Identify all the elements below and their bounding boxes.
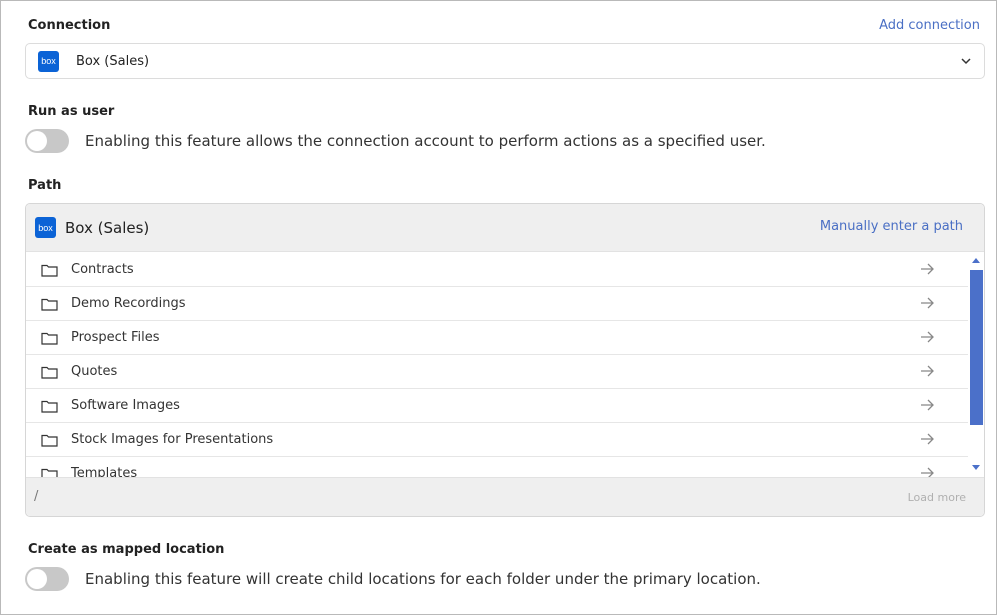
run-as-user-toggle[interactable] [25, 129, 69, 153]
load-more-button[interactable]: Load more [908, 491, 966, 504]
scrollbar[interactable] [968, 253, 984, 477]
arrow-right-icon[interactable] [920, 399, 934, 411]
path-label: Path [28, 178, 62, 193]
folder-row[interactable]: Quotes [26, 355, 968, 389]
path-browser-title: Box (Sales) [65, 218, 150, 237]
box-logo-icon: box [38, 50, 59, 72]
manually-enter-path-link[interactable]: Manually enter a path [820, 219, 963, 234]
mapped-location-description: Enabling this feature will create child … [85, 570, 761, 588]
folder-name: Prospect Files [71, 330, 160, 345]
folder-name: Contracts [71, 262, 134, 277]
folder-name: Quotes [71, 364, 118, 379]
folder-name: Templates [71, 466, 138, 477]
folder-name: Stock Images for Presentations [71, 432, 274, 447]
folder-row[interactable]: Contracts [26, 253, 968, 287]
folder-name: Software Images [71, 398, 180, 413]
folder-icon [41, 332, 58, 345]
path-browser: box Box (Sales) Manually enter a path Co… [25, 203, 985, 517]
scrollbar-thumb[interactable] [970, 270, 983, 425]
arrow-right-icon[interactable] [920, 331, 934, 343]
arrow-right-icon[interactable] [920, 467, 934, 477]
folder-row[interactable]: Stock Images for Presentations [26, 423, 968, 457]
scroll-up-icon[interactable] [972, 258, 980, 263]
folder-icon [41, 366, 58, 379]
box-logo-icon: box [35, 217, 56, 238]
connection-selected-value: Box (Sales) [76, 53, 150, 69]
current-path: / [34, 489, 39, 504]
mapped-location-toggle[interactable] [25, 567, 69, 591]
folder-row[interactable]: Software Images [26, 389, 968, 423]
folder-icon [41, 400, 58, 413]
folder-list: Contracts Demo Recordings Prospect Files Qu… [26, 253, 968, 477]
folder-icon [41, 298, 58, 311]
folder-row[interactable]: Prospect Files [26, 321, 968, 355]
path-browser-footer: / Load more [26, 477, 984, 516]
arrow-right-icon[interactable] [920, 365, 934, 377]
folder-icon [41, 468, 58, 477]
scroll-down-icon[interactable] [972, 465, 980, 470]
arrow-right-icon[interactable] [920, 263, 934, 275]
arrow-right-icon[interactable] [920, 433, 934, 445]
run-as-user-label: Run as user [28, 104, 115, 119]
path-browser-header: box Box (Sales) Manually enter a path [26, 204, 984, 252]
connection-label: Connection [28, 18, 111, 33]
folder-icon [41, 264, 58, 277]
folder-row[interactable]: Demo Recordings [26, 287, 968, 321]
mapped-location-label: Create as mapped location [28, 542, 225, 557]
folder-row[interactable]: Templates [26, 457, 968, 477]
folder-icon [41, 434, 58, 447]
connection-select[interactable]: box Box (Sales) [25, 43, 985, 79]
run-as-user-description: Enabling this feature allows the connect… [85, 132, 766, 150]
add-connection-link[interactable]: Add connection [879, 18, 980, 33]
folder-name: Demo Recordings [71, 296, 186, 311]
chevron-down-icon [961, 58, 971, 65]
arrow-right-icon[interactable] [920, 297, 934, 309]
